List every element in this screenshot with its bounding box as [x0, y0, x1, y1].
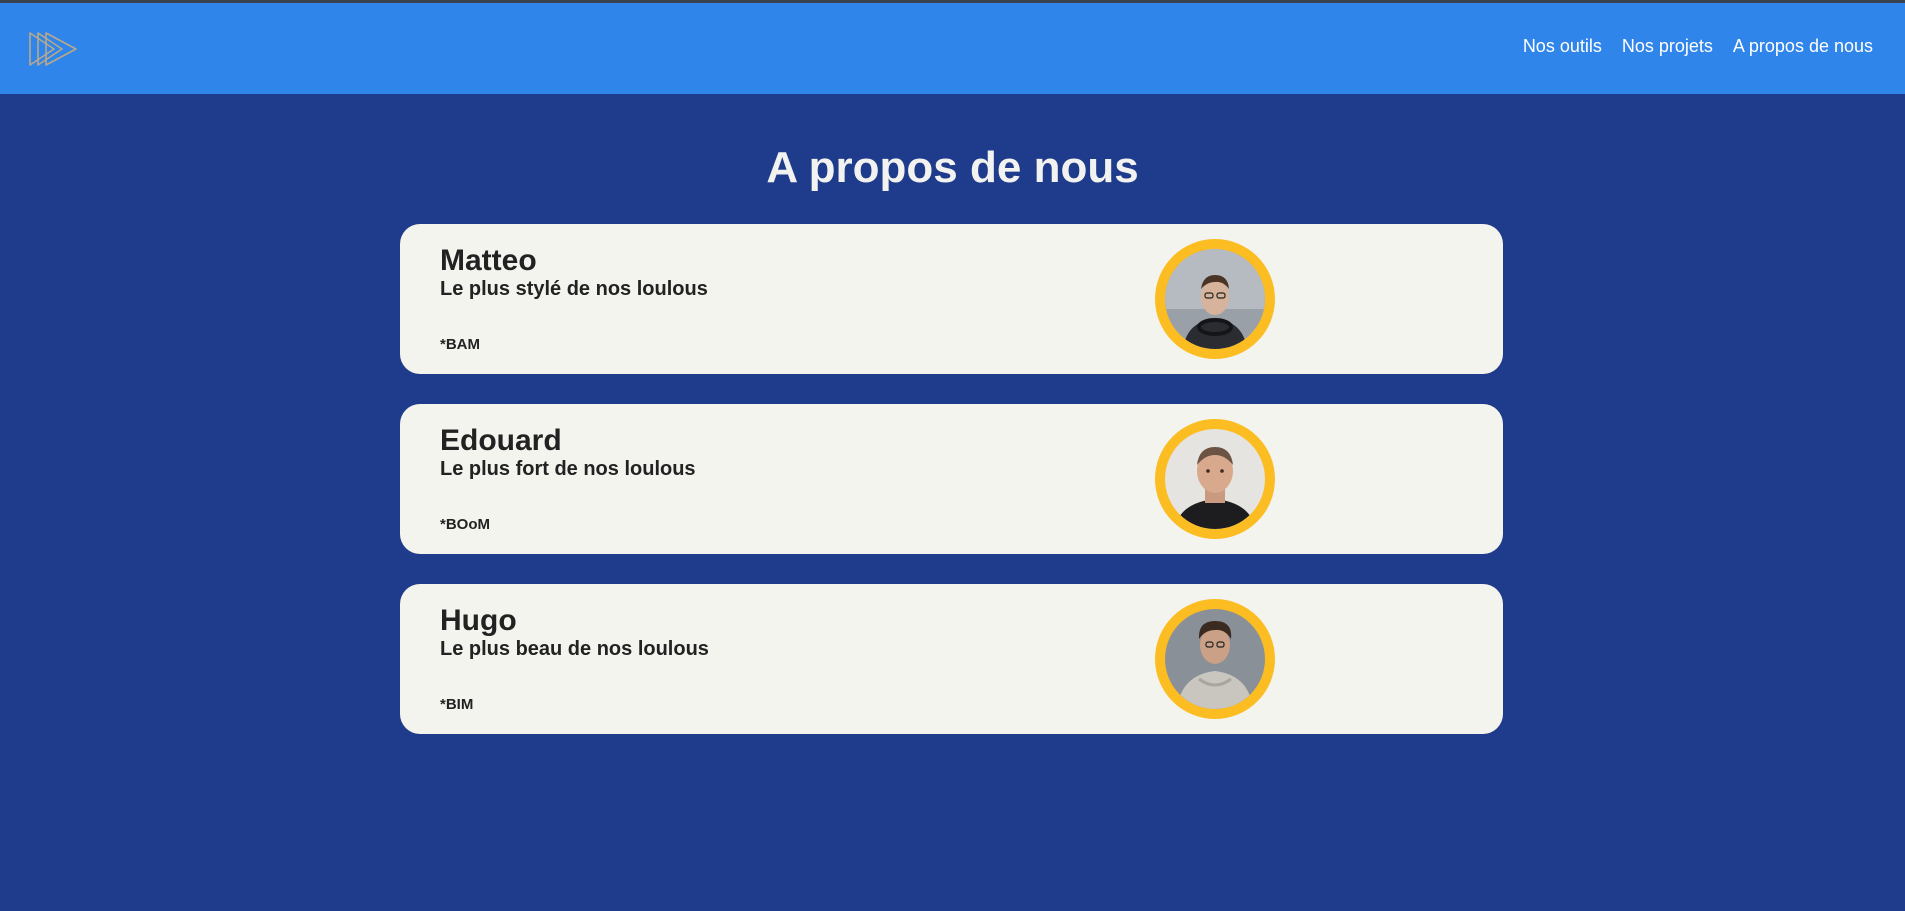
member-name: Matteo: [440, 244, 537, 277]
triple-play-logo-icon: [29, 31, 77, 66]
member-card-matteo: Matteo Le plus stylé de nos loulous *BAM: [400, 224, 1503, 374]
page-title: A propos de nous: [766, 143, 1139, 192]
member-card-edouard: Edouard Le plus fort de nos loulous *BOo…: [400, 404, 1503, 554]
avatar-photo-edouard: [1165, 429, 1265, 529]
team-cards: Matteo Le plus stylé de nos loulous *BAM…: [400, 224, 1503, 764]
nav-link-nos-projets[interactable]: Nos projets: [1622, 36, 1713, 57]
member-subtitle: Le plus fort de nos loulous: [440, 458, 696, 480]
avatar: [1155, 599, 1275, 719]
home-logo[interactable]: [28, 29, 80, 69]
avatar-photo-matteo: [1165, 249, 1265, 349]
avatar: [1155, 239, 1275, 359]
member-subtitle: Le plus stylé de nos loulous: [440, 278, 708, 300]
nav-link-nos-outils[interactable]: Nos outils: [1523, 36, 1602, 57]
nav-links: Nos outils Nos projets A propos de nous: [1503, 36, 1873, 57]
member-card-hugo: Hugo Le plus beau de nos loulous *BIM: [400, 584, 1503, 734]
navbar: Nos outils Nos projets A propos de nous: [0, 3, 1905, 94]
member-name: Edouard: [440, 424, 562, 457]
nav-link-a-propos[interactable]: A propos de nous: [1733, 36, 1873, 57]
avatar-photo-hugo: [1165, 609, 1265, 709]
avatar: [1155, 419, 1275, 539]
member-note: *BOoM: [440, 516, 490, 533]
member-note: *BAM: [440, 336, 480, 353]
member-subtitle: Le plus beau de nos loulous: [440, 638, 709, 660]
member-note: *BIM: [440, 696, 474, 713]
member-name: Hugo: [440, 604, 517, 637]
